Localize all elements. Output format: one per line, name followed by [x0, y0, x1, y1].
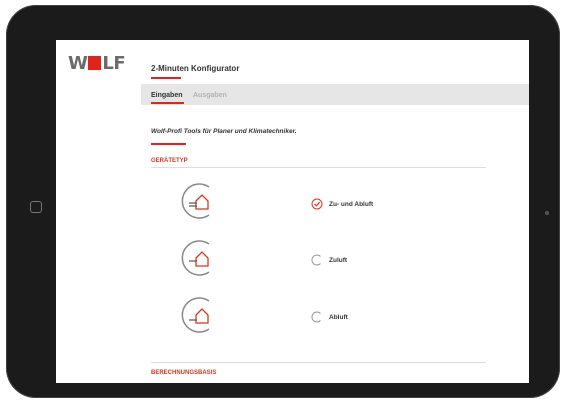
tagline-underline — [151, 143, 186, 145]
section-heading-berechnungsbasis: BERECHNUNGSBASIS — [151, 370, 217, 376]
radio-checked-icon — [311, 198, 323, 210]
tab-ausgaben[interactable]: Ausgaben — [193, 92, 227, 99]
radio-zuluft[interactable]: Zuluft — [311, 253, 347, 267]
radio-unchecked-icon — [311, 311, 321, 323]
home-button[interactable] — [30, 201, 42, 213]
radio-label: Zu- und Abluft — [329, 200, 374, 208]
house-supply-exhaust-icon[interactable] — [179, 182, 223, 220]
radio-zu-und-abluft[interactable]: Zu- und Abluft — [311, 197, 373, 211]
radio-abluft[interactable]: Abluft — [311, 310, 348, 324]
section-divider — [151, 362, 486, 363]
title-underline — [151, 77, 181, 79]
camera-dot — [545, 211, 549, 215]
section-divider — [151, 167, 486, 168]
house-supply-icon[interactable] — [179, 239, 223, 277]
wolf-logo: W LF — [68, 52, 126, 74]
section-heading-geraetetyp: GERÄTETYP — [151, 158, 188, 164]
active-tab-indicator — [151, 102, 184, 104]
radio-label: Abluft — [329, 313, 348, 321]
tab-eingaben[interactable]: Eingaben — [151, 92, 183, 99]
app-screen: W LF 2-Minuten Konfigurator Eingaben Ausg… — [56, 40, 529, 383]
tablet-frame: W LF 2-Minuten Konfigurator Eingaben Ausg… — [6, 5, 560, 398]
house-exhaust-icon[interactable] — [179, 296, 223, 334]
app-title: 2-Minuten Konfigurator — [151, 64, 240, 73]
radio-unchecked-icon — [311, 254, 321, 266]
radio-label: Zuluft — [329, 256, 348, 264]
tab-bar: Eingaben Ausgaben — [141, 84, 529, 105]
tagline: Wolf-Profi Tools für Planer und Klimatec… — [151, 128, 297, 135]
logo-red-square-icon — [88, 56, 102, 70]
